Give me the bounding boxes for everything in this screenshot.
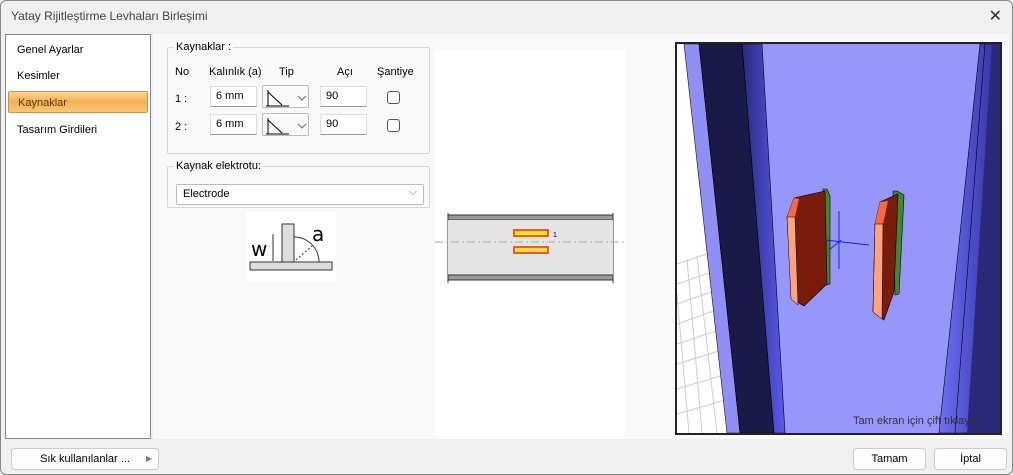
electrode-legend: Kaynak elektrotu:	[176, 160, 261, 172]
cancel-button[interactable]: İptal	[934, 448, 1007, 470]
site-checkbox-1[interactable]	[387, 91, 400, 104]
chevron-down-icon: ⌵	[408, 186, 417, 198]
3d-model-svg	[677, 44, 1000, 433]
fillet-weld-icon	[266, 90, 307, 107]
header-no: No	[175, 66, 190, 78]
angle-input-1[interactable]: 90	[320, 86, 367, 107]
row-number: 2 :	[175, 121, 188, 133]
site-checkbox-2[interactable]	[387, 119, 400, 132]
sidebar-item-kaynaklar[interactable]: Kaynaklar	[8, 91, 148, 113]
weld-section-diagram: w a	[246, 212, 336, 282]
row-number: 1 :	[175, 93, 188, 105]
fullscreen-hint: Tam ekran için çift tıklayın.	[853, 415, 982, 427]
header-thickness: Kalınlık (a)	[209, 66, 262, 78]
thickness-input-2[interactable]: 6 mm	[210, 114, 257, 135]
thickness-input-1[interactable]: 6 mm	[210, 86, 257, 107]
chevron-right-icon: ▶	[145, 454, 152, 463]
fillet-weld-icon	[266, 118, 307, 135]
plan-drawing: 1	[435, 51, 625, 436]
welds-legend: Kaynaklar :	[176, 41, 232, 53]
sidebar-item-tasarim-girdileri[interactable]: Tasarım Girdileri	[8, 119, 148, 141]
3d-view[interactable]: Tam ekran için çift tıklayın.	[675, 42, 1002, 435]
sidebar-item-genel-ayarlar[interactable]: Genel Ayarlar	[8, 39, 148, 61]
w-label: w	[251, 237, 267, 261]
weld-type-select-1[interactable]	[262, 85, 309, 108]
header-type: Tip	[279, 66, 294, 78]
angle-input-2[interactable]: 90	[320, 114, 367, 135]
sidebar-nav: Genel Ayarlar Kesimler Kaynaklar Tasarım…	[5, 34, 151, 439]
close-icon[interactable]: ✕	[989, 6, 1002, 26]
window-title: Yatay Rijitleştirme Levhaları Birleşimi	[11, 9, 208, 23]
a-label: a	[312, 222, 324, 246]
electrode-group: Kaynak elektrotu: Electrode ⌵	[167, 160, 430, 208]
dialog-window: Yatay Rijitleştirme Levhaları Birleşimi …	[0, 0, 1013, 475]
weld-number-label: 1	[553, 232, 557, 239]
electrode-value: Electrode	[183, 188, 230, 200]
sidebar-item-kesimler[interactable]: Kesimler	[8, 65, 148, 87]
favorites-label: Sık kullanılanlar ...	[40, 453, 130, 465]
ok-button[interactable]: Tamam	[853, 448, 926, 470]
favorites-button[interactable]: Sık kullanılanlar ... ▶	[11, 448, 159, 470]
beam-plan-svg: 1	[435, 213, 625, 283]
electrode-select[interactable]: Electrode ⌵	[176, 184, 424, 205]
header-angle: Açı	[337, 66, 353, 78]
header-site: Şantiye	[377, 66, 414, 78]
weld-type-select-2[interactable]	[262, 113, 309, 136]
